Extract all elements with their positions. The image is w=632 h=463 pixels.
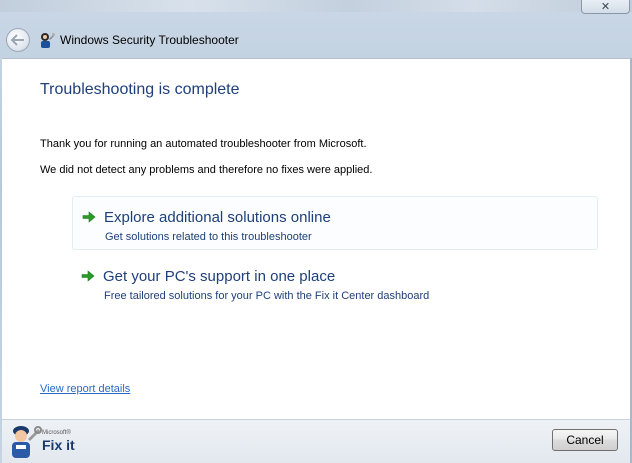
- green-arrow-icon: [81, 270, 95, 282]
- title-bar-glass: [0, 0, 632, 12]
- back-arrow-icon: [11, 34, 24, 46]
- view-report-link[interactable]: View report details: [40, 383, 130, 395]
- option-description: Free tailored solutions for your PC with…: [104, 290, 430, 302]
- fixit-brand-small: Microsoft®: [42, 430, 71, 436]
- option-title: Get your PC's support in one place: [103, 268, 336, 285]
- window-frame: ✕ Windows Security Troubleshooter Troubl…: [0, 0, 632, 463]
- footer-bar: Microsoft® Fix it Cancel: [2, 419, 630, 463]
- pc-support-option[interactable]: Get your PC's support in one place Free …: [72, 256, 598, 310]
- explore-solutions-option[interactable]: Explore additional solutions online Get …: [72, 196, 598, 250]
- green-arrow-icon: [82, 211, 96, 223]
- window-title: Windows Security Troubleshooter: [60, 33, 239, 47]
- content-panel: Troubleshooting is complete Thank you fo…: [2, 58, 630, 419]
- cancel-button[interactable]: Cancel: [552, 429, 618, 451]
- close-icon: ✕: [600, 0, 611, 13]
- option-description: Get solutions related to this troublesho…: [105, 231, 312, 243]
- troubleshooter-icon: [41, 33, 55, 48]
- back-button[interactable]: [6, 28, 30, 52]
- title-bar: Windows Security Troubleshooter: [0, 22, 632, 58]
- fixit-mascot-icon: [12, 426, 42, 458]
- option-title: Explore additional solutions online: [104, 209, 331, 226]
- page-title: Troubleshooting is complete: [40, 81, 240, 98]
- thank-you-text: Thank you for running an automated troub…: [40, 138, 367, 150]
- result-text: We did not detect any problems and there…: [40, 164, 373, 176]
- fixit-logo-text: Fix it: [42, 437, 75, 453]
- close-button[interactable]: ✕: [581, 0, 630, 14]
